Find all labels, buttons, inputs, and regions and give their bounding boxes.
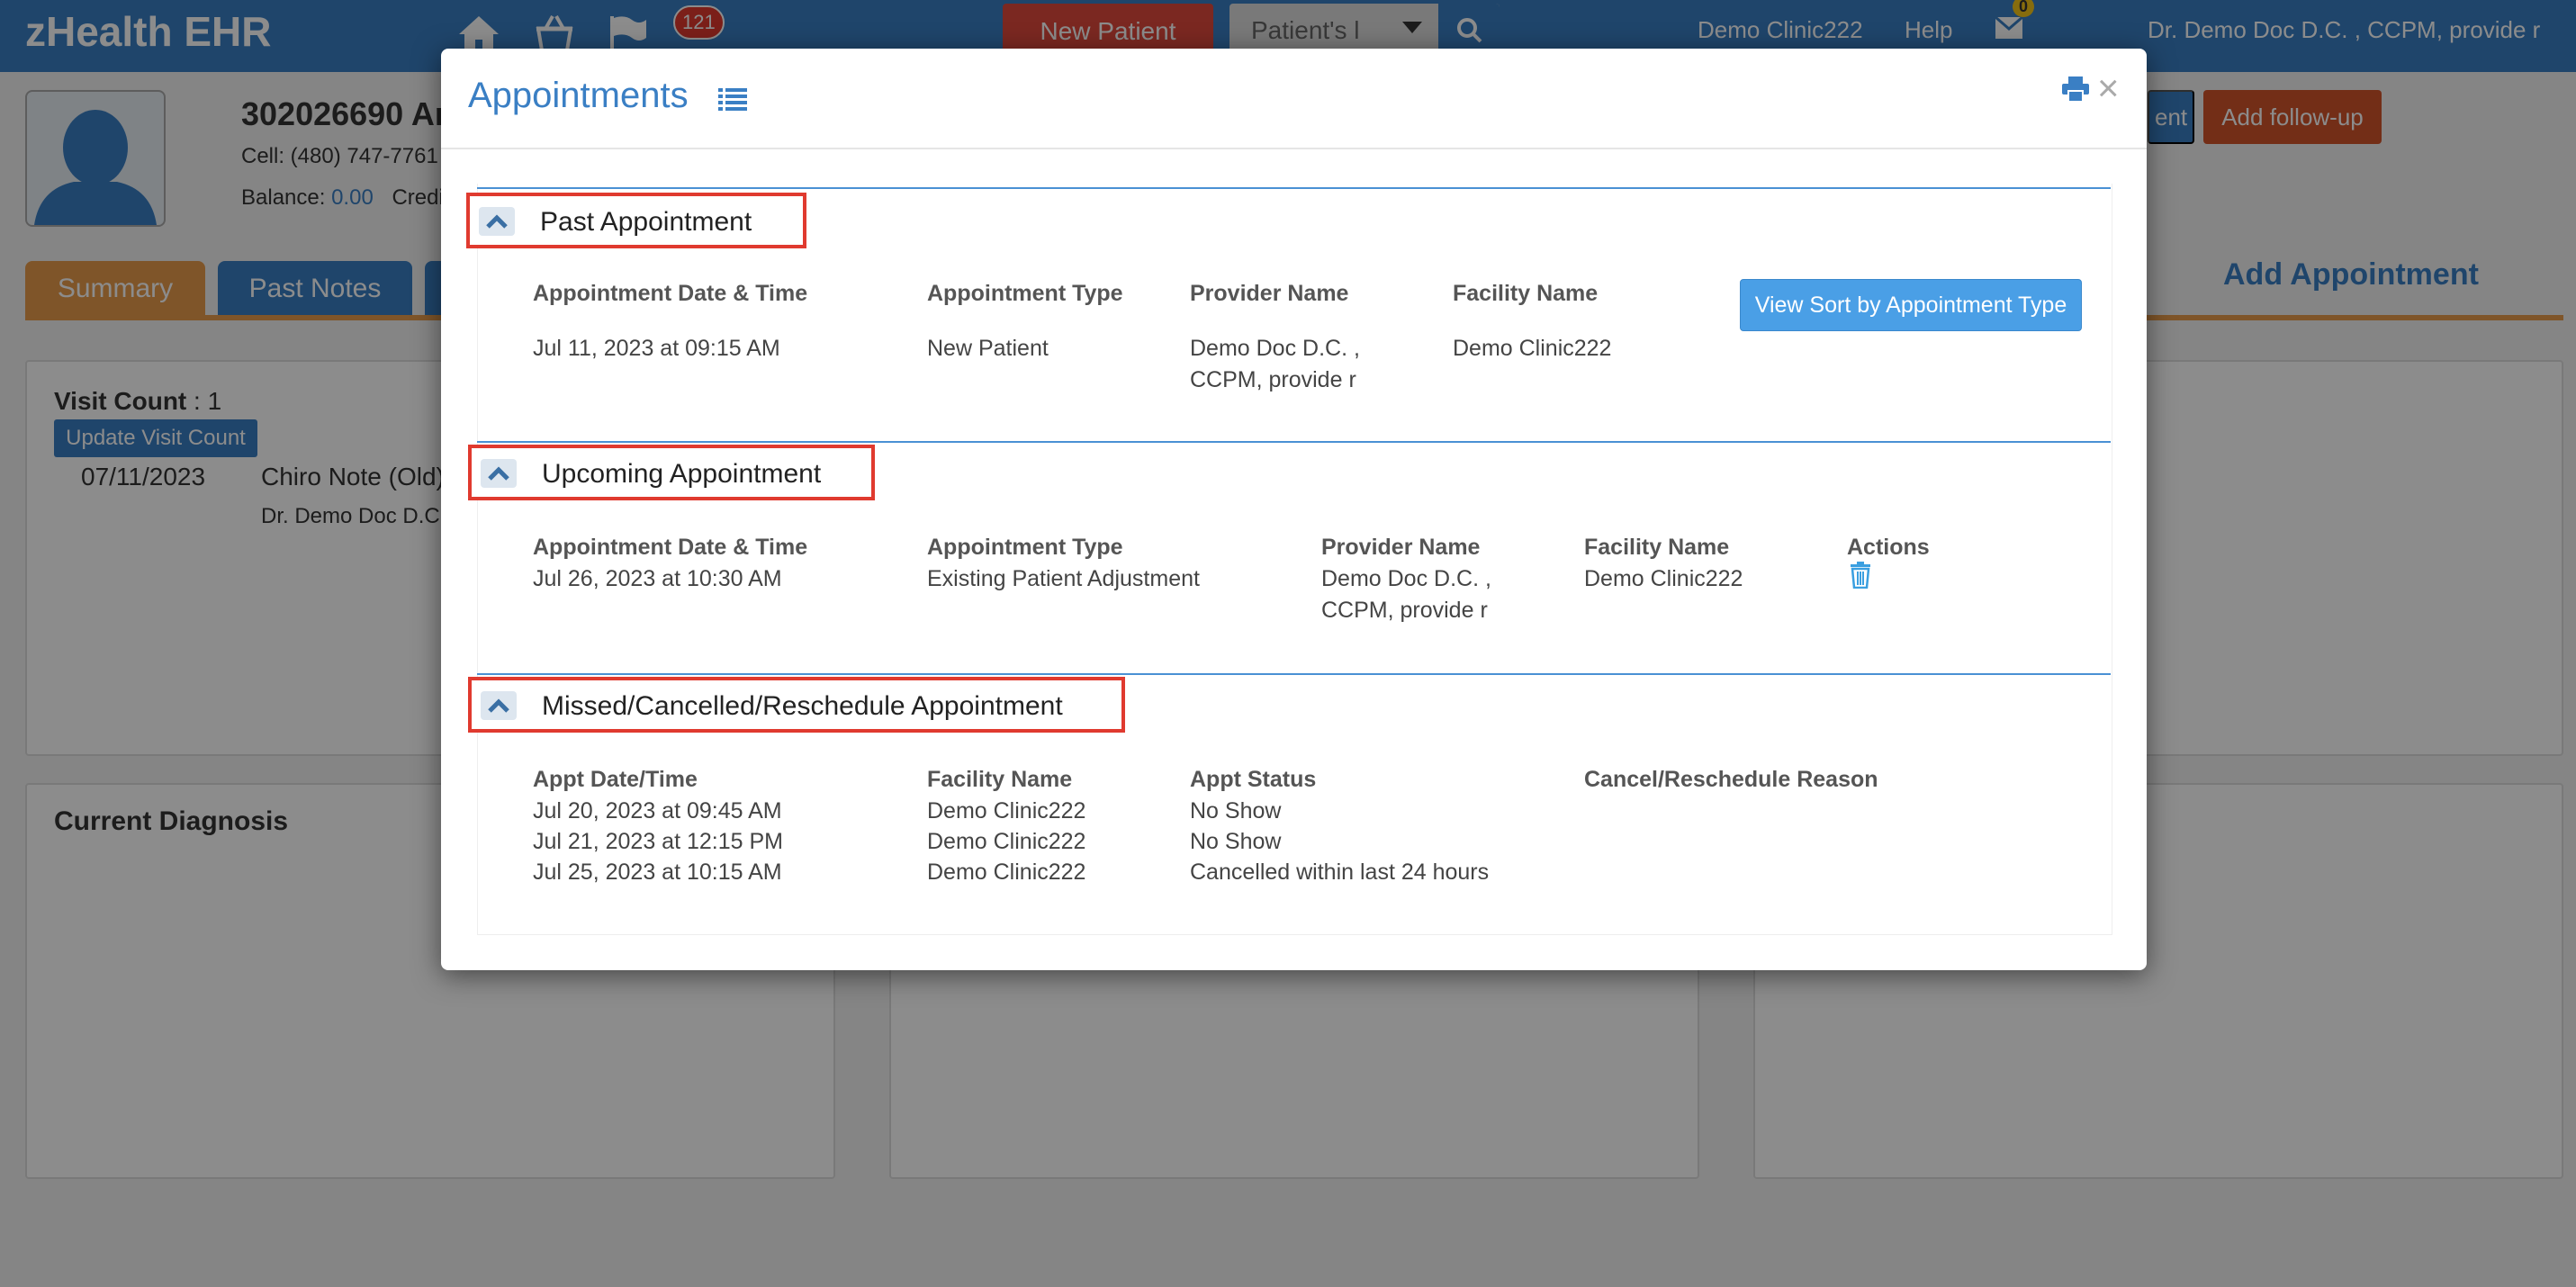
column-header: Facility Name xyxy=(1453,281,1599,306)
modal-title: Appointments xyxy=(468,76,689,115)
facility-name: Demo Clinic222 xyxy=(927,860,1086,885)
column-header: Appt Date/Time xyxy=(533,767,698,792)
past-appointment-header[interactable]: Past Appointment xyxy=(466,193,806,248)
column-header: Appointment Date & Time xyxy=(533,281,808,306)
modal-header-divider xyxy=(441,148,2147,149)
section-title: Past Appointment xyxy=(540,207,752,237)
appointment-type: Existing Patient Adjustment xyxy=(927,566,1200,591)
provider-name-line2: CCPM, provide r xyxy=(1190,367,1356,392)
chevron-up-icon xyxy=(488,466,509,481)
section-divider xyxy=(477,441,2111,443)
missed-appointment-header[interactable]: Missed/Cancelled/Reschedule Appointment xyxy=(468,677,1125,733)
column-header: Appointment Type xyxy=(927,281,1123,306)
facility-name: Demo Clinic222 xyxy=(927,829,1086,854)
appointment-datetime: Jul 21, 2023 at 12:15 PM xyxy=(533,829,783,854)
appointment-status: Cancelled within last 24 hours xyxy=(1190,860,1490,885)
upcoming-appointment-header[interactable]: Upcoming Appointment xyxy=(468,445,875,500)
appointments-modal: Appointments × Past Appointment Appointm… xyxy=(441,49,2147,970)
column-header: Facility Name xyxy=(1584,535,1730,560)
column-header: Cancel/Reschedule Reason xyxy=(1584,767,1878,792)
column-header: Facility Name xyxy=(927,767,1073,792)
appointment-status: No Show xyxy=(1190,829,1282,854)
facility-name: Demo Clinic222 xyxy=(1584,566,1743,591)
column-header: Appt Status xyxy=(1190,767,1317,792)
column-header: Actions xyxy=(1847,535,1930,560)
column-header: Appointment Type xyxy=(927,535,1123,560)
column-header: Provider Name xyxy=(1321,535,1481,560)
chevron-up-icon xyxy=(488,698,509,713)
appointment-datetime: Jul 11, 2023 at 09:15 AM xyxy=(533,336,780,361)
column-header: Appointment Date & Time xyxy=(533,535,808,560)
section-divider xyxy=(477,673,2111,675)
collapse-button[interactable] xyxy=(481,459,517,488)
facility-name: Demo Clinic222 xyxy=(927,798,1086,824)
collapse-button[interactable] xyxy=(481,691,517,720)
provider-name-line2: CCPM, provide r xyxy=(1321,598,1488,623)
print-icon[interactable] xyxy=(2061,76,2090,103)
appointment-datetime: Jul 20, 2023 at 09:45 AM xyxy=(533,798,782,824)
view-sort-by-type-button[interactable]: View Sort by Appointment Type xyxy=(1740,279,2082,331)
chevron-up-icon xyxy=(486,214,508,229)
facility-name: Demo Clinic222 xyxy=(1453,336,1612,361)
trash-icon[interactable] xyxy=(1849,562,1872,589)
collapse-button[interactable] xyxy=(479,207,515,236)
appointment-type: New Patient xyxy=(927,336,1049,361)
provider-name-line1: Demo Doc D.C. , xyxy=(1321,566,1491,591)
provider-name-line1: Demo Doc D.C. , xyxy=(1190,336,1360,361)
section-title: Missed/Cancelled/Reschedule Appointment xyxy=(542,691,1063,721)
appointment-status: No Show xyxy=(1190,798,1282,824)
list-icon[interactable] xyxy=(718,86,747,112)
section-divider xyxy=(477,187,2111,189)
appointment-datetime: Jul 25, 2023 at 10:15 AM xyxy=(533,860,782,885)
appointment-datetime: Jul 26, 2023 at 10:30 AM xyxy=(533,566,782,591)
section-title: Upcoming Appointment xyxy=(542,459,822,489)
column-header: Provider Name xyxy=(1190,281,1349,306)
close-icon[interactable]: × xyxy=(2097,67,2120,110)
